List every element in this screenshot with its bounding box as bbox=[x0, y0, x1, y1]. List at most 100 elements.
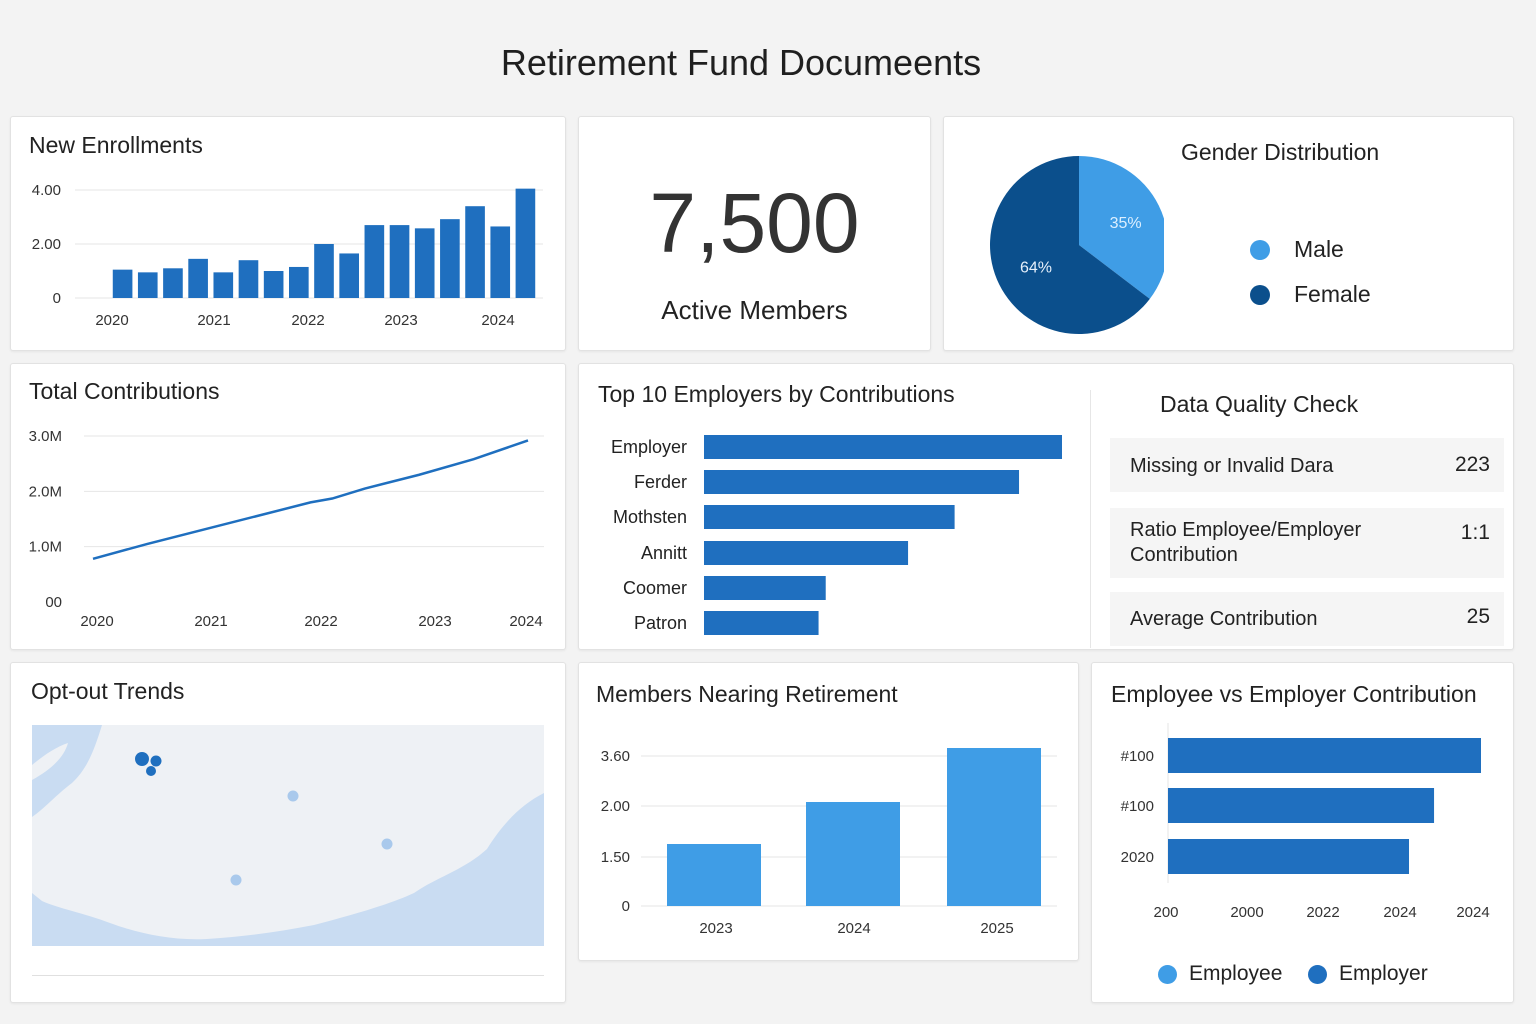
page-title: Retirement Fund Documeents bbox=[500, 42, 982, 83]
x-tick-label: 2023 bbox=[418, 613, 451, 630]
y-tick-label: 0 bbox=[622, 898, 630, 915]
enrollment-bar bbox=[188, 258, 208, 298]
contribution-bar bbox=[1168, 738, 1481, 773]
enrollment-bar bbox=[339, 253, 359, 298]
y-tick-label: 2.00 bbox=[601, 798, 630, 815]
gender-pie-chart: 35% 64% bbox=[990, 156, 1164, 334]
dq-row-average: Average Contribution 25 bbox=[1110, 592, 1504, 646]
gender-distribution-card: Gender Distribution 35% 64% Male Female bbox=[943, 116, 1514, 351]
gender-distribution-title: Gender Distribution bbox=[1181, 139, 1380, 165]
legend-male-label: Male bbox=[1294, 236, 1344, 262]
active-members-value: 7,500 bbox=[649, 176, 860, 270]
y-tick-label: 0 bbox=[53, 290, 61, 307]
x-tick-label: 2025 bbox=[980, 920, 1013, 937]
x-tick-label: 2022 bbox=[1306, 904, 1339, 921]
enrollment-bar bbox=[238, 260, 259, 298]
active-members-card: 7,500 Active Members bbox=[578, 116, 931, 351]
enrollment-bar bbox=[137, 272, 158, 298]
y-tick-label: 2.0M bbox=[29, 483, 62, 500]
employer-bar bbox=[704, 435, 1062, 459]
opt-out-point bbox=[146, 766, 156, 776]
x-tick-label: 2023 bbox=[384, 312, 417, 329]
contributions-line bbox=[92, 439, 529, 561]
data-quality-panel: Missing or Invalid Dara 223 Ratio Employ… bbox=[1094, 364, 1515, 651]
employer-bar bbox=[704, 505, 955, 529]
employer-label: Mothsten bbox=[613, 507, 687, 527]
x-tick-label: 2000 bbox=[1230, 904, 1263, 921]
y-tick-label: 2.00 bbox=[32, 236, 61, 253]
opt-out-point bbox=[135, 752, 149, 766]
employee-vs-employer-chart: #100 #100 2020 200 2000 2022 2024 2024 bbox=[1121, 723, 1490, 921]
contribution-bar bbox=[1168, 788, 1435, 823]
employer-label: Annitt bbox=[641, 543, 687, 563]
enrollment-bar bbox=[263, 271, 284, 298]
x-tick-label: 2024 bbox=[1456, 904, 1489, 921]
enrollment-bar bbox=[440, 219, 460, 298]
dq-ratio-value: 1:1 bbox=[1460, 521, 1490, 544]
employer-bar bbox=[704, 541, 909, 565]
x-tick-label: 2024 bbox=[1383, 904, 1416, 921]
retirement-bar bbox=[806, 802, 900, 906]
retirement-bar bbox=[947, 748, 1041, 906]
opt-out-point bbox=[230, 874, 242, 886]
x-tick-label: 2022 bbox=[304, 613, 337, 630]
y-tick-label: 3.0M bbox=[29, 428, 62, 445]
x-tick-label: 2024 bbox=[481, 312, 514, 329]
contribution-bar bbox=[1168, 839, 1410, 874]
male-legend-swatch bbox=[1250, 239, 1270, 260]
employer-bar bbox=[704, 576, 826, 600]
enrollment-bar bbox=[490, 226, 511, 298]
new-enrollments-chart: 4.00 2.00 0 2020 2021 2022 2023 2024 bbox=[32, 182, 543, 329]
x-tick-label: 2021 bbox=[197, 312, 230, 329]
legend-employee-label: Employee bbox=[1189, 962, 1283, 985]
members-nearing-retirement-card: Members Nearing Retirement 3.60 2.00 1.50 0… bbox=[578, 662, 1079, 961]
y-tick-label: 00 bbox=[45, 594, 62, 611]
x-tick-label: 200 bbox=[1153, 904, 1178, 921]
map-footer-divider bbox=[32, 975, 544, 976]
dq-row-ratio: Ratio Employee/Employer Contribution 1:1 bbox=[1110, 508, 1504, 578]
employer-legend-swatch bbox=[1308, 964, 1327, 984]
y-tick-label: 2020 bbox=[1121, 849, 1154, 866]
employee-vs-employer-card: Employee vs Employer Contribution #100 #1… bbox=[1091, 662, 1514, 1003]
x-tick-label: 2020 bbox=[80, 613, 113, 630]
y-tick-label: #100 bbox=[1121, 748, 1154, 765]
x-tick-label: 2024 bbox=[509, 613, 542, 630]
opt-out-point bbox=[381, 838, 393, 850]
x-tick-label: 2024 bbox=[837, 920, 870, 937]
female-legend-swatch bbox=[1250, 284, 1270, 305]
opt-out-point bbox=[287, 790, 299, 802]
members-nearing-retirement-chart: 3.60 2.00 1.50 0 2023 2024 2025 bbox=[601, 748, 1057, 937]
enrollment-bar bbox=[112, 269, 133, 298]
retirement-bar bbox=[667, 844, 761, 906]
y-tick-label: 1.0M bbox=[29, 539, 62, 556]
legend-employer-label: Employer bbox=[1339, 962, 1428, 985]
legend-male: Male bbox=[1250, 236, 1344, 263]
y-tick-label: 4.00 bbox=[32, 182, 61, 199]
enrollment-bar bbox=[314, 244, 334, 298]
x-tick-label: 2022 bbox=[291, 312, 324, 329]
employer-label: Coomer bbox=[623, 578, 687, 598]
active-members-label: Active Members bbox=[661, 295, 848, 325]
enrollment-bar bbox=[389, 225, 410, 298]
dq-row-missing: Missing or Invalid Dara 223 bbox=[1110, 438, 1504, 492]
dq-missing-label: Missing or Invalid Dara bbox=[1130, 455, 1334, 477]
enrollment-bar bbox=[414, 228, 435, 298]
enrollment-bar bbox=[364, 225, 385, 298]
total-contributions-chart: 3.0M 2.0M 1.0M 00 2020 2021 2022 2023 2024 bbox=[29, 428, 544, 630]
legend-female: Female bbox=[1250, 281, 1371, 308]
new-enrollments-card: New Enrollments 4.00 2.00 0 2020 2021 2022 202… bbox=[10, 116, 566, 351]
employer-bar bbox=[704, 611, 819, 635]
enrollment-bar bbox=[515, 188, 536, 298]
employer-label: Employer bbox=[611, 437, 687, 457]
x-tick-label: 2021 bbox=[194, 613, 227, 630]
employee-legend-swatch bbox=[1158, 964, 1177, 984]
enrollment-bar bbox=[163, 268, 183, 298]
map-icon[interactable] bbox=[32, 725, 544, 946]
x-tick-label: 2023 bbox=[699, 920, 732, 937]
opt-out-trends-card: Opt-out Trends bbox=[10, 662, 566, 1003]
pie-slice-label: 35% bbox=[1110, 215, 1142, 232]
dq-missing-value: 223 bbox=[1454, 453, 1490, 476]
legend-employee: Employee bbox=[1158, 962, 1282, 986]
dq-average-value: 25 bbox=[1466, 605, 1490, 628]
employer-label: Patron bbox=[634, 613, 687, 633]
